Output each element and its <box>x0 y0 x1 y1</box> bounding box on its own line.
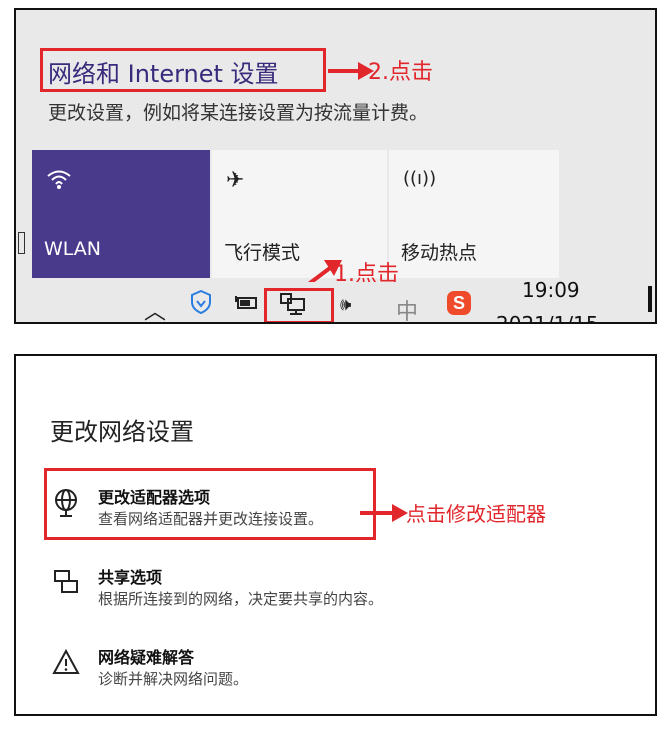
shield-icon[interactable] <box>190 289 212 320</box>
battery-icon[interactable] <box>234 292 258 318</box>
mobile-hotspot-label: 移动热点 <box>401 242 478 264</box>
clock-time[interactable]: 19:09 <box>522 278 580 302</box>
adapter-annotation: 点击修改适配器 <box>406 502 546 526</box>
change-network-settings-title: 更改网络设置 <box>50 418 194 446</box>
mobile-hotspot-tile[interactable]: ((ı)) 移动热点 <box>389 150 559 278</box>
airplane-mode-label: 飞行模式 <box>224 242 301 264</box>
change-adapter-desc: 查看网络适配器并更改连接设置。 <box>98 510 324 528</box>
show-desktop-button[interactable] <box>648 286 652 312</box>
change-adapter-title: 更改适配器选项 <box>98 488 211 507</box>
sharing-icon <box>50 568 82 605</box>
input-method-icon[interactable]: 中 <box>396 294 418 322</box>
speaker-icon[interactable]: 🕪 <box>340 294 351 315</box>
network-settings-panel: 更改网络设置 更改适配器选项 查看网络适配器并更改连接设置。 点击修改适配器 共… <box>14 354 657 716</box>
empty-tile <box>561 150 651 278</box>
panel-edge-left <box>18 232 25 254</box>
wlan-label: WLAN <box>44 238 102 260</box>
step2-annotation: 2.点击 <box>368 60 433 85</box>
clock-date[interactable]: 2021/1/15 <box>496 312 599 322</box>
hotspot-icon: ((ı)) <box>403 168 437 189</box>
highlight-box-settings <box>40 48 326 92</box>
sharing-options-title: 共享选项 <box>98 568 163 587</box>
highlight-box-network <box>264 288 334 322</box>
settings-description: 更改设置，例如将某连接设置为按流量计费。 <box>48 102 429 124</box>
quick-actions-panel: 网络和 Internet 设置 2.点击 更改设置，例如将某连接设置为按流量计费… <box>14 8 657 324</box>
wifi-icon <box>46 168 72 196</box>
warning-icon <box>50 648 82 683</box>
adapter-icon <box>50 488 82 525</box>
wlan-tile[interactable]: WLAN <box>32 150 210 278</box>
arrow-icon <box>360 504 408 522</box>
troubleshooter-desc: 诊断并解决网络问题。 <box>98 670 249 688</box>
sogou-icon[interactable]: S <box>446 290 472 322</box>
chevron-up-icon[interactable]: ︿ <box>144 294 166 322</box>
airplane-icon: ✈ <box>226 168 245 193</box>
sharing-options-desc: 根据所连接到的网络，决定要共享的内容。 <box>98 590 384 608</box>
svg-text:S: S <box>453 293 465 313</box>
troubleshooter-title: 网络疑难解答 <box>98 648 195 667</box>
